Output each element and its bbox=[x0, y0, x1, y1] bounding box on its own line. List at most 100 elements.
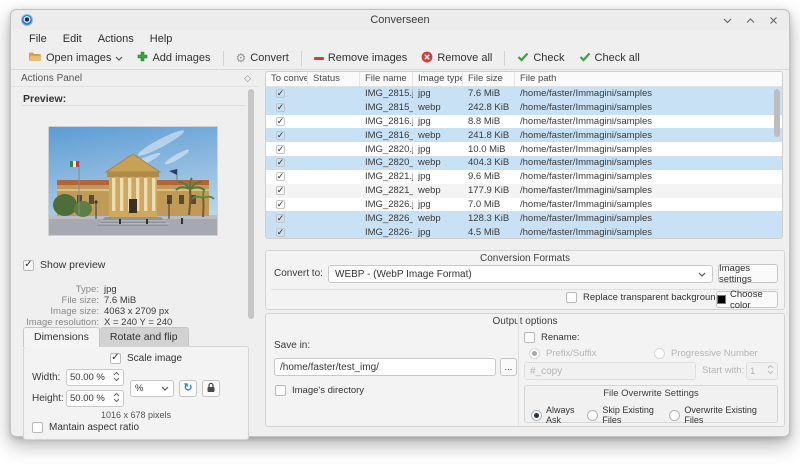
width-label: Width: bbox=[32, 372, 61, 383]
refresh-icon: ↻ bbox=[183, 382, 193, 394]
table-row[interactable]: ✓ IMG_2815_co... webp 242.8 KiB /home/fa… bbox=[266, 100, 782, 115]
row-check-icon[interactable]: ✓ bbox=[276, 103, 285, 113]
remove-all-icon bbox=[421, 51, 433, 66]
header-to-convert[interactable]: To convert bbox=[266, 72, 308, 86]
choose-color-button[interactable]: Choose color bbox=[716, 289, 778, 311]
format-select[interactable]: WEBP - (WebP Image Format) bbox=[328, 265, 713, 283]
tab-rotate-flip[interactable]: Rotate and flip bbox=[99, 327, 189, 347]
remove-images-button[interactable]: Remove images bbox=[307, 50, 414, 66]
table-row[interactable]: ✓ IMG_2816_co... webp 241.8 KiB /home/fa… bbox=[266, 128, 782, 143]
convert-button[interactable]: ⚙ Convert bbox=[229, 50, 296, 66]
table-row[interactable]: ✓ IMG_2815.jpg jpg 7.6 MiB /home/faster/… bbox=[266, 87, 782, 101]
row-check-icon[interactable]: ✓ bbox=[276, 144, 285, 154]
browse-button[interactable]: ... bbox=[500, 358, 517, 376]
menu-help[interactable]: Help bbox=[142, 32, 181, 46]
table-row[interactable]: ✓ IMG_2826-M... jpg 4.5 MiB /home/faster… bbox=[266, 225, 782, 238]
output-options-group: Output options Save in: /home/faster/tes… bbox=[265, 313, 785, 427]
cell-file-path: /home/faster/Immagini/samples bbox=[520, 226, 652, 238]
row-check-icon[interactable]: ✓ bbox=[276, 199, 285, 209]
menu-edit[interactable]: Edit bbox=[55, 32, 90, 46]
table-row[interactable]: ✓ IMG_2826.jpg jpg 7.0 MiB /home/faster/… bbox=[266, 197, 782, 212]
menu-bar: File Edit Actions Help bbox=[11, 30, 789, 47]
dock-float-icon[interactable]: ◇ bbox=[244, 73, 251, 84]
cell-file-size: 404.3 KiB bbox=[468, 157, 510, 169]
dock-scrollbar[interactable] bbox=[248, 89, 254, 319]
row-check-icon[interactable]: ✓ bbox=[276, 158, 285, 168]
cell-file-size: 7.0 MiB bbox=[468, 198, 501, 210]
convert-to-label: Convert to: bbox=[274, 268, 323, 279]
row-check-icon[interactable]: ✓ bbox=[276, 172, 285, 182]
header-image-type[interactable]: Image type bbox=[413, 72, 463, 86]
cell-file-path: /home/faster/Immagini/samples bbox=[520, 198, 652, 210]
table-row[interactable]: ✓ IMG_2821_co... webp 177.9 KiB /home/fa… bbox=[266, 183, 782, 198]
table-row[interactable]: ✓ IMG_2820.jpg jpg 10.0 MiB /home/faster… bbox=[266, 142, 782, 157]
images-directory-checkbox[interactable]: Image's directory bbox=[275, 385, 364, 396]
add-images-button[interactable]: Add images bbox=[130, 49, 217, 67]
skip-existing-radio[interactable]: Skip Existing Files bbox=[587, 405, 669, 425]
always-ask-radio[interactable]: Always Ask bbox=[531, 405, 587, 425]
replace-bg-checkbox[interactable]: Replace transparent background bbox=[566, 292, 721, 303]
info-image-size: Image size: 4063 x 2709 px bbox=[50, 306, 169, 317]
table-row[interactable]: ✓ IMG_2820_co... webp 404.3 KiB /home/fa… bbox=[266, 156, 782, 170]
unit-select[interactable]: % bbox=[130, 380, 174, 397]
main-area: Actions Panel ◇ Preview: ✓ Show preview … bbox=[11, 70, 789, 440]
refresh-button[interactable]: ↻ bbox=[179, 380, 197, 397]
menu-file[interactable]: File bbox=[21, 32, 55, 46]
header-status[interactable]: Status bbox=[308, 72, 360, 86]
row-check-icon[interactable]: ✓ bbox=[276, 117, 285, 127]
scale-image-label: Scale image bbox=[127, 353, 183, 364]
width-spinner[interactable]: 50.00 % bbox=[66, 369, 124, 386]
header-file-size[interactable]: File size bbox=[463, 72, 515, 86]
table-header: To convert Status File name Image type F… bbox=[266, 72, 782, 87]
lock-aspect-button[interactable] bbox=[202, 380, 220, 397]
progressive-number-radio[interactable]: Progressive Number bbox=[654, 348, 758, 359]
start-with-spinner[interactable]: 1 bbox=[746, 362, 778, 380]
color-swatch bbox=[717, 295, 726, 304]
maintain-aspect-checkbox[interactable]: Mantain aspect ratio bbox=[32, 422, 139, 433]
open-images-label: Open images bbox=[46, 52, 112, 64]
table-row[interactable]: ✓ IMG_2821.jpg jpg 9.6 MiB /home/faster/… bbox=[266, 169, 782, 184]
overwrite-existing-radio[interactable]: Overwrite Existing Files bbox=[669, 405, 771, 425]
cell-file-name: IMG_2821_co... bbox=[365, 185, 413, 197]
format-value: WEBP - (WebP Image Format) bbox=[335, 268, 472, 280]
row-check-icon[interactable]: ✓ bbox=[276, 213, 285, 223]
close-button[interactable] bbox=[768, 15, 779, 26]
always-ask-label: Always Ask bbox=[546, 405, 575, 425]
progressive-number-label: Progressive Number bbox=[671, 348, 758, 359]
menu-actions[interactable]: Actions bbox=[90, 32, 142, 46]
rename-checkbox[interactable]: Rename: bbox=[524, 332, 580, 343]
header-file-name[interactable]: File name bbox=[360, 72, 413, 86]
check-button[interactable]: Check bbox=[510, 50, 571, 67]
row-check-icon[interactable]: ✓ bbox=[276, 227, 285, 237]
check-all-button[interactable]: Check all bbox=[572, 50, 647, 67]
maximize-button[interactable] bbox=[745, 15, 756, 26]
app-window: Converseen File Edit Actions Help Open i… bbox=[10, 9, 790, 440]
show-preview-checkbox[interactable]: Show preview bbox=[23, 259, 105, 271]
scale-image-checkbox[interactable]: Scale image bbox=[110, 353, 182, 364]
show-preview-label: Show preview bbox=[40, 259, 106, 271]
cell-file-path: /home/faster/Immagini/samples bbox=[520, 88, 652, 100]
height-spinner[interactable]: 50.00 % bbox=[66, 390, 124, 407]
row-check-icon[interactable]: ✓ bbox=[276, 186, 285, 196]
prefix-suffix-radio[interactable]: Prefix/Suffix bbox=[529, 348, 597, 359]
cell-file-path: /home/faster/Immagini/samples bbox=[520, 102, 652, 114]
row-check-icon[interactable]: ✓ bbox=[276, 89, 285, 99]
table-row[interactable]: ✓ IMG_2816.jpg jpg 8.8 MiB /home/faster/… bbox=[266, 114, 782, 129]
checkbox-icon bbox=[32, 422, 43, 433]
remove-all-button[interactable]: Remove all bbox=[414, 49, 499, 68]
cell-file-name: IMG_2826.jpg bbox=[365, 198, 413, 210]
row-check-icon[interactable]: ✓ bbox=[276, 130, 285, 140]
table-row[interactable]: ✓ IMG_2826_co... webp 128.3 KiB /home/fa… bbox=[266, 211, 782, 226]
cell-file-name: IMG_2821.jpg bbox=[365, 171, 413, 183]
table-scrollbar[interactable] bbox=[774, 89, 780, 137]
tab-dimensions[interactable]: Dimensions bbox=[23, 327, 100, 347]
save-in-input[interactable]: /home/faster/test_img/ bbox=[274, 358, 496, 376]
rename-pattern-input[interactable]: #_copy bbox=[524, 362, 696, 380]
open-images-button[interactable]: Open images bbox=[21, 49, 130, 67]
header-file-path[interactable]: File path bbox=[515, 72, 782, 86]
images-settings-button[interactable]: Images settings bbox=[718, 263, 778, 285]
minimize-button[interactable] bbox=[722, 15, 733, 26]
height-label: Height: bbox=[32, 393, 64, 404]
cell-image-type: jpg bbox=[418, 198, 431, 210]
add-images-label: Add images bbox=[152, 52, 211, 64]
